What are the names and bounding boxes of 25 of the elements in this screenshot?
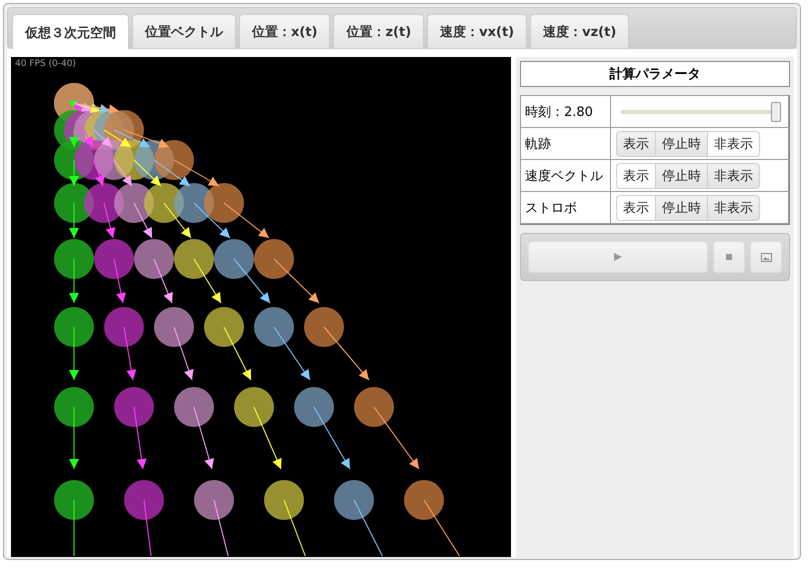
row-label: ストロボ	[520, 191, 611, 224]
play-icon	[614, 253, 622, 261]
stop-icon	[726, 254, 732, 260]
picture-icon	[760, 252, 772, 262]
panel-title: 計算パラメータ	[520, 61, 790, 87]
tab[interactable]: 速度：vx(t)	[427, 14, 528, 48]
tab[interactable]: 仮想３次元空間	[12, 14, 129, 49]
slider-thumb[interactable]	[771, 102, 781, 122]
toggle-option[interactable]: 停止時	[655, 162, 708, 188]
snapshot-button[interactable]	[750, 241, 782, 273]
toggle-option[interactable]: 非表示	[707, 162, 760, 188]
toggle-option[interactable]: 非表示	[707, 194, 760, 220]
toggle-option[interactable]: 非表示	[707, 130, 760, 156]
toggle-option[interactable]: 表示	[616, 162, 656, 188]
tab[interactable]: 速度：vz(t)	[530, 14, 630, 48]
tab[interactable]: 位置：z(t)	[333, 14, 424, 48]
time-label: 時刻：2.80	[520, 95, 611, 128]
stop-button[interactable]	[713, 241, 745, 273]
fps-counter: 40 FPS (0-40)	[15, 59, 76, 69]
toggle-option[interactable]: 停止時	[655, 130, 708, 156]
tab[interactable]: 位置：x(t)	[239, 14, 330, 48]
toggle-option[interactable]: 停止時	[655, 194, 708, 220]
toggle-option[interactable]: 表示	[616, 194, 656, 220]
toggle-option[interactable]: 表示	[616, 130, 656, 156]
tab[interactable]: 位置ベクトル	[132, 14, 236, 48]
